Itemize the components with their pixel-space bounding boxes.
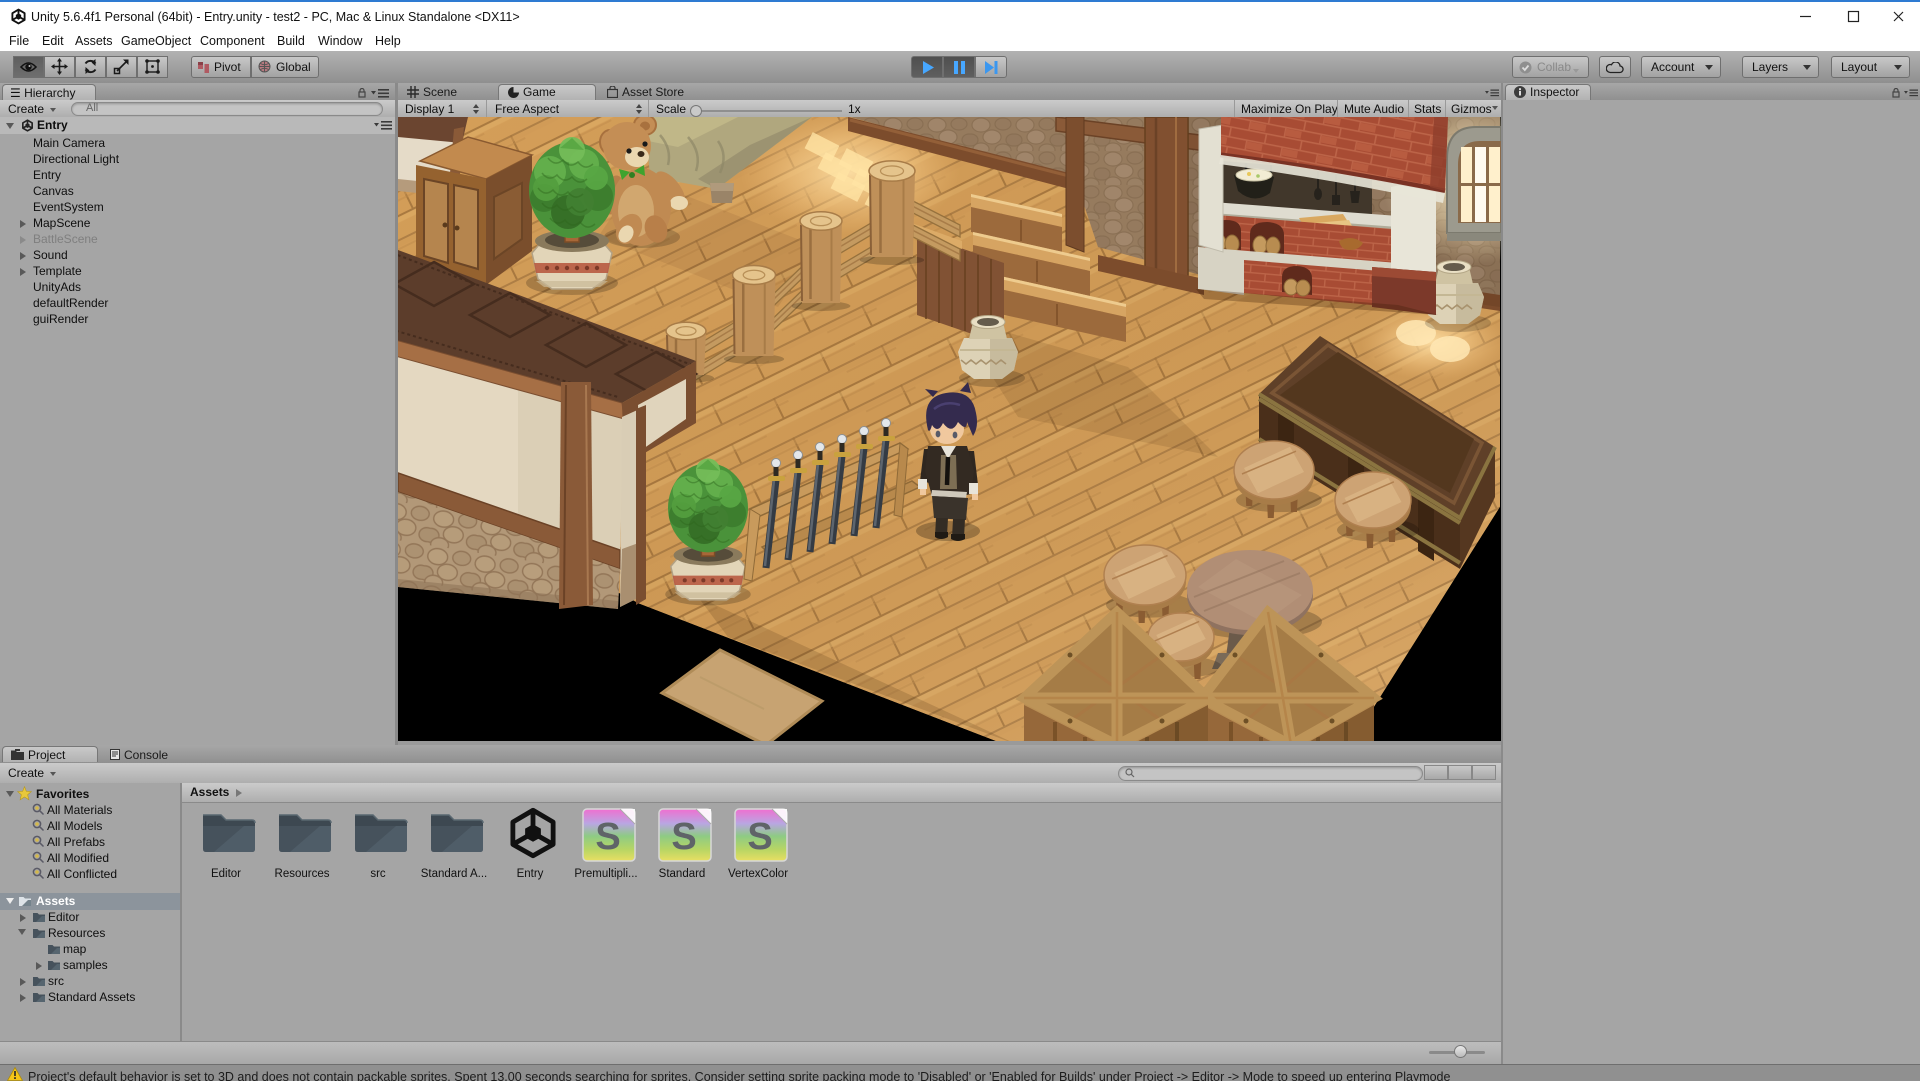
svg-text:S: S	[747, 816, 772, 858]
svg-text:S: S	[595, 816, 620, 858]
svg-text:S: S	[671, 816, 696, 858]
